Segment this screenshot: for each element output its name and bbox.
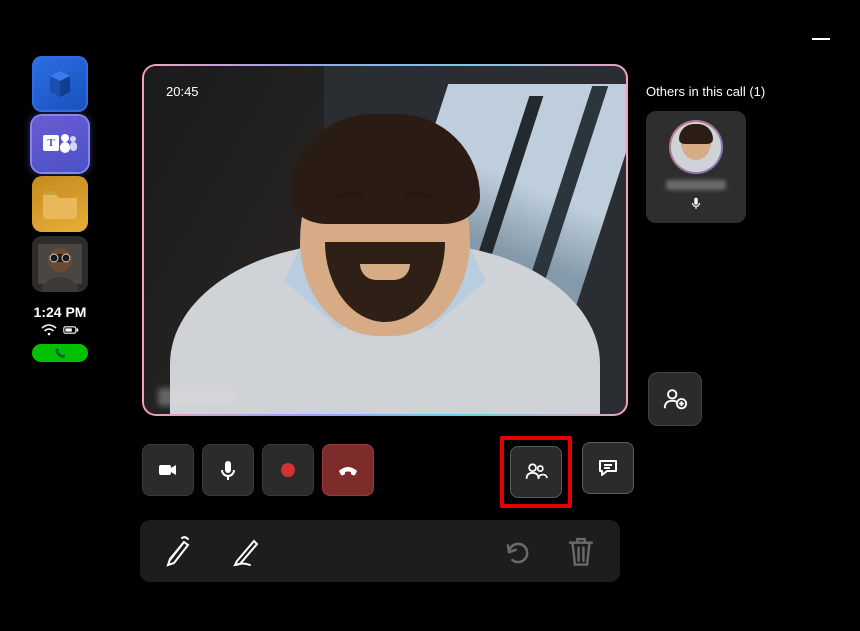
add-person-icon [662, 386, 688, 412]
camera-icon [156, 458, 180, 482]
hangup-icon [336, 458, 360, 482]
pen-icon [162, 534, 196, 568]
pen-tool[interactable] [162, 534, 196, 568]
call-duration: 20:45 [166, 84, 199, 99]
others-panel: Others in this call (1) [646, 84, 820, 223]
trash-icon [564, 533, 598, 569]
m365-icon [44, 68, 76, 100]
other-mic-status [689, 196, 703, 215]
hangup-button[interactable] [322, 444, 374, 496]
battery-icon [63, 324, 79, 336]
undo-icon [500, 534, 534, 568]
main-video-tile[interactable]: 20:45 [142, 64, 628, 416]
mic-button[interactable] [202, 444, 254, 496]
main-video: 20:45 [144, 66, 626, 414]
status-icons [41, 324, 79, 336]
chat-icon [596, 456, 620, 480]
record-icon [276, 458, 300, 482]
sidebar-app-m365[interactable] [32, 56, 88, 112]
clock: 1:24 PM [34, 304, 87, 320]
other-avatar [669, 120, 723, 174]
avatar-icon [32, 236, 88, 292]
mic-icon [689, 196, 703, 210]
phone-icon [54, 347, 66, 359]
ink-toolbar [140, 520, 620, 582]
sidebar-app-teams[interactable]: T [32, 116, 88, 172]
other-participant-tile[interactable] [646, 111, 746, 223]
call-controls-left [142, 444, 374, 496]
wifi-icon [41, 324, 57, 336]
sidebar-user-avatar[interactable] [32, 236, 88, 292]
people-icon [524, 460, 548, 484]
pencil-tool[interactable] [230, 534, 264, 568]
pencil-icon [230, 534, 264, 568]
sidebar-app-files[interactable] [32, 176, 88, 232]
ongoing-call-indicator[interactable] [32, 344, 88, 362]
minimize-button[interactable] [812, 38, 830, 40]
sidebar: T 1:24 PM [24, 56, 96, 362]
other-name-blurred [666, 180, 726, 190]
add-people-button[interactable] [648, 372, 702, 426]
record-button[interactable] [262, 444, 314, 496]
undo-button[interactable] [500, 534, 534, 568]
call-controls-right [500, 436, 634, 508]
people-button[interactable] [510, 446, 562, 498]
others-title: Others in this call (1) [646, 84, 820, 99]
participant-name-blurred [158, 388, 236, 406]
mic-icon [216, 458, 240, 482]
folder-icon [40, 187, 80, 221]
chat-button[interactable] [582, 442, 634, 494]
participant-portrait [144, 66, 626, 414]
people-button-highlight [500, 436, 572, 508]
delete-button[interactable] [564, 534, 598, 568]
camera-button[interactable] [142, 444, 194, 496]
teams-icon: T [43, 133, 77, 155]
